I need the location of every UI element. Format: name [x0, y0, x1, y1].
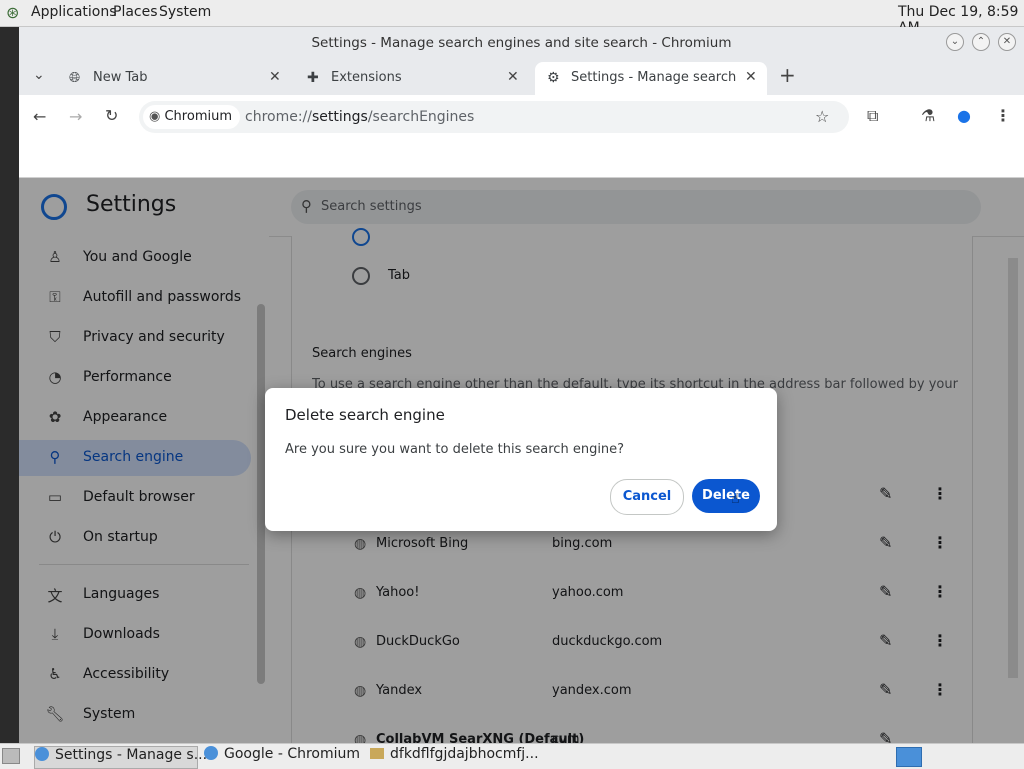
- task-label: Settings - Manage s...: [55, 747, 208, 763]
- forward-icon[interactable]: →: [69, 107, 82, 126]
- tab-settings[interactable]: ⚙ Settings - Manage search en ✕: [535, 62, 767, 95]
- new-tab-button[interactable]: +: [779, 63, 796, 87]
- extensions-icon[interactable]: ⧉: [867, 106, 878, 126]
- globe-icon: 🌐︎: [69, 70, 81, 86]
- close-window-button[interactable]: ✕: [998, 33, 1016, 51]
- site-chip[interactable]: ◉ Chromium: [143, 105, 240, 129]
- delete-search-engine-dialog: Delete search engine Are you sure you wa…: [265, 388, 777, 531]
- toolbar: ← → ↻ ◉ Chromium chrome://settings/searc…: [19, 95, 1024, 139]
- tab-new-tab[interactable]: 🌐︎ New Tab ✕: [57, 62, 287, 95]
- tab-label: Extensions: [331, 70, 402, 85]
- title-bar: Settings - Manage search engines and sit…: [19, 27, 1024, 59]
- close-tab-icon[interactable]: ✕: [507, 69, 519, 85]
- hand-cursor-icon: ☝: [731, 491, 740, 507]
- tab-label: Settings - Manage search en: [571, 70, 739, 85]
- folder-icon: [370, 748, 384, 759]
- puzzle-icon: ✚: [307, 70, 319, 86]
- chromium-icon: ◉: [149, 109, 161, 124]
- bookmark-bar: [19, 139, 1024, 178]
- task-google[interactable]: Google - Chromium: [204, 746, 364, 767]
- window-title: Settings - Manage search engines and sit…: [311, 35, 732, 51]
- bookmark-star-icon[interactable]: ☆: [815, 107, 829, 126]
- dialog-title: Delete search engine: [285, 406, 445, 424]
- chromium-icon: [35, 747, 49, 761]
- browser-window: Settings - Manage search engines and sit…: [19, 27, 1024, 743]
- url-text[interactable]: chrome://settings/searchEngines: [245, 109, 474, 125]
- labs-flask-icon[interactable]: ⚗: [921, 106, 935, 125]
- menu-applications[interactable]: Applications: [31, 4, 117, 20]
- taskbar: Settings - Manage s... Google - Chromium…: [0, 743, 1024, 769]
- dialog-message: Are you sure you want to delete this sea…: [285, 442, 625, 457]
- close-tab-icon[interactable]: ✕: [269, 69, 281, 85]
- app-menu-icon[interactable]: ⊛: [6, 3, 19, 22]
- tab-search-icon[interactable]: ⌄: [33, 67, 45, 83]
- top-panel: ⊛ Applications Places System Thu Dec 19,…: [0, 0, 1024, 36]
- tab-extensions[interactable]: ✚ Extensions ✕: [295, 62, 525, 95]
- back-icon[interactable]: ←: [33, 107, 46, 126]
- gear-icon: ⚙: [547, 70, 560, 86]
- menu-kebab-icon[interactable]: ⋮: [995, 106, 1011, 125]
- close-tab-icon[interactable]: ✕: [745, 69, 757, 85]
- address-bar[interactable]: ◉ Chromium chrome://settings/searchEngin…: [139, 101, 849, 133]
- profile-icon[interactable]: ●: [957, 106, 971, 125]
- tab-strip: ⌄ 🌐︎ New Tab ✕ ✚ Extensions ✕ ⚙ Settings…: [19, 59, 1024, 95]
- chromium-tray-icon[interactable]: [896, 747, 922, 767]
- chromium-icon: [204, 746, 218, 760]
- task-label: dfkdflfgjdajbhocmfj...: [390, 746, 539, 762]
- task-label: Google - Chromium: [224, 746, 361, 762]
- delete-button[interactable]: Delete: [692, 479, 760, 513]
- tab-label: New Tab: [93, 70, 148, 85]
- minimize-button[interactable]: ⌄: [946, 33, 964, 51]
- show-desktop-icon[interactable]: [2, 748, 20, 764]
- task-folder[interactable]: dfkdflfgjdajbhocmfj...: [370, 746, 540, 767]
- task-settings[interactable]: Settings - Manage s...: [34, 746, 207, 769]
- menu-system[interactable]: System: [159, 4, 211, 20]
- site-chip-label: Chromium: [164, 109, 232, 124]
- maximize-button[interactable]: ⌃: [972, 33, 990, 51]
- menu-places[interactable]: Places: [113, 4, 158, 20]
- reload-icon[interactable]: ↻: [105, 106, 118, 125]
- cancel-button[interactable]: Cancel: [610, 479, 684, 515]
